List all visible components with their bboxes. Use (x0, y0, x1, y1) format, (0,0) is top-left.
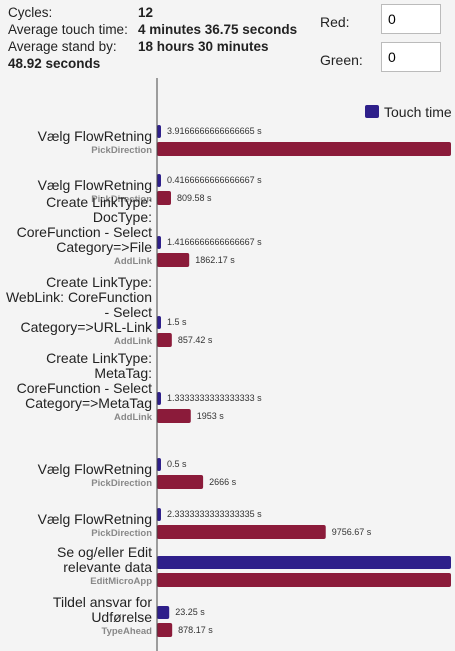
bar-stand-by (157, 333, 172, 347)
bar-touch-time (157, 125, 161, 138)
bar-touch-value-label: 1.3333333333333333 s (167, 393, 262, 403)
bar-touch-time (157, 606, 170, 619)
green-input[interactable] (381, 42, 441, 72)
red-input[interactable] (381, 4, 441, 34)
bar-touch-value-label: 1.5 s (167, 317, 187, 327)
bar-touch-time (157, 392, 161, 405)
category-label: Category=>URL-Link (20, 319, 153, 335)
red-label: Red: (320, 14, 350, 30)
avg-touch-label: Average touch time: (8, 22, 128, 37)
green-label: Green: (320, 52, 363, 68)
category-label: Create LinkType: (46, 350, 152, 366)
bar-chart: Touch timeVælg FlowRetningPickDirection3… (6, 78, 452, 651)
bar-stand-by (157, 573, 451, 587)
bar-touch-time (157, 556, 451, 569)
category-sublabel: EditMicroApp (90, 576, 152, 587)
bar-touch-time (157, 316, 161, 329)
bar-stand-value-label: 809.58 s (177, 193, 212, 203)
bar-stand-by (157, 409, 191, 423)
category-label: Se og/eller Edit (57, 544, 152, 560)
bar-stand-by (157, 142, 451, 156)
category-label: MetaTag: (94, 365, 152, 381)
category-label: Category=>File (56, 239, 152, 255)
bar-stand-value-label: 9756.67 s (332, 527, 372, 537)
category-sublabel: TypeAhead (101, 626, 152, 637)
category-label: Vælg FlowRetning (38, 511, 152, 527)
category-label: Create LinkType: (46, 194, 152, 210)
bar-touch-time (157, 174, 161, 187)
bar-touch-value-label: 0.4166666666666667 s (167, 175, 262, 185)
bar-touch-time (157, 458, 161, 471)
avg-standby-label: Average stand by: (8, 39, 117, 54)
cycles-value: 12 (138, 5, 154, 20)
category-label: Vælg FlowRetning (38, 177, 152, 193)
category-sublabel: PickDirection (91, 478, 152, 489)
category-label: Create LinkType: (46, 274, 152, 290)
bar-stand-value-label: 2666 s (209, 477, 237, 487)
category-sublabel: AddLink (114, 336, 153, 347)
avg-touch-value: 4 minutes 36.75 seconds (138, 22, 298, 37)
chart-area: Touch time Vælg FlowRetning PickDirection 3… (0, 78, 455, 651)
cycles-label: Cycles: (8, 5, 53, 20)
category-label: CoreFunction - Select (17, 380, 153, 396)
bar-stand-value-label: 1862.17 s (195, 255, 235, 265)
category-label: DocType: (93, 209, 152, 225)
legend-swatch-touch (365, 105, 379, 118)
chart-legend: Touch time (365, 104, 452, 120)
category-label: Vælg FlowRetning (38, 461, 152, 477)
category-label: WebLink: CoreFunction (6, 289, 152, 305)
bar-touch-time (157, 236, 161, 249)
category-sublabel: AddLink (114, 412, 153, 423)
category-label: Udførelse (91, 609, 152, 625)
category-label: CoreFunction - Select (17, 224, 153, 240)
bar-stand-value-label: 1953 s (197, 411, 225, 421)
category-label: Vælg FlowRetning (38, 128, 152, 144)
bar-stand-by (157, 253, 190, 267)
bar-stand-by (157, 623, 173, 637)
bar-touch-value-label: 1.4166666666666667 s (167, 237, 262, 247)
category-label: relevante data (63, 559, 152, 575)
bar-stand-value-label: 857.42 s (178, 335, 213, 345)
category-sublabel: PickDirection (91, 528, 152, 539)
bar-touch-value-label: 3.9166666666666665 s (167, 126, 262, 136)
legend-label-touch: Touch time (384, 104, 452, 120)
category-label: Category=>MetaTag (25, 395, 152, 411)
avg-standby-value: 18 hours 30 minutes (138, 39, 269, 54)
bar-stand-by (157, 475, 204, 489)
bar-stand-by (157, 525, 326, 539)
bar-stand-value-label: 878.17 s (178, 625, 213, 635)
category-sublabel: PickDirection (91, 145, 152, 156)
bar-touch-time (157, 508, 161, 521)
category-label: - Select (105, 304, 153, 320)
bar-touch-value-label: 0.5 s (167, 459, 187, 469)
avg-standby-value-cont: 48.92 seconds (8, 56, 101, 71)
category-label: Tildel ansvar for (53, 594, 152, 610)
bar-touch-value-label: 23.25 s (175, 607, 205, 617)
bar-touch-value-label: 2.3333333333333335 s (167, 509, 262, 519)
category-sublabel: AddLink (114, 256, 153, 267)
bar-stand-by (157, 191, 172, 205)
